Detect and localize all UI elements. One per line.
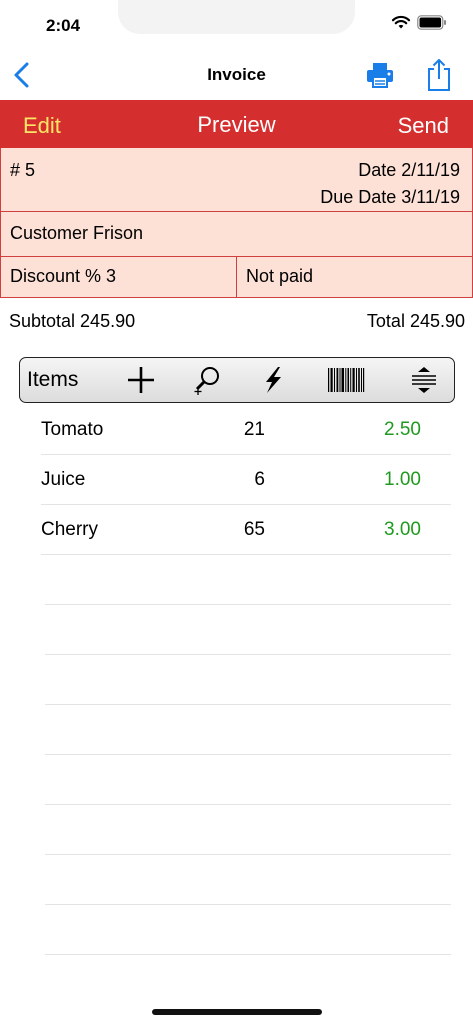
home-indicator[interactable] (152, 1009, 322, 1015)
discount-paid-row: Discount % 3 Not paid (1, 257, 472, 297)
paid-status-cell[interactable]: Not paid (237, 257, 472, 297)
page-title: Invoice (207, 65, 266, 84)
battery-icon (417, 15, 446, 30)
share-icon (428, 59, 450, 91)
empty-row (45, 855, 451, 905)
back-button[interactable] (10, 60, 36, 90)
invoice-due-date[interactable]: Due Date 3/11/19 (320, 187, 460, 208)
status-icons (391, 15, 447, 30)
wifi-icon (391, 15, 411, 29)
customer-row[interactable]: Customer Frison (1, 212, 472, 257)
empty-row (45, 655, 451, 705)
customer-name: Customer Frison (10, 223, 144, 243)
subtotal: Subtotal 245.90 (9, 311, 136, 331)
invoice-info-panel: # 5 Date 2/11/19 Due Date 3/11/19 Custom… (0, 148, 473, 298)
invoice-number-row: # 5 Date 2/11/19 Due Date 3/11/19 (1, 148, 472, 212)
search-item-button[interactable] (192, 365, 224, 395)
items-label: Items (27, 368, 79, 391)
discount-value: Discount % 3 (10, 266, 117, 286)
paid-status: Not paid (246, 266, 314, 286)
print-button[interactable] (365, 60, 395, 90)
empty-row (45, 605, 451, 655)
navigation-bar: Invoice (0, 48, 473, 100)
item-price: 1.00 (384, 469, 421, 490)
discount-cell[interactable]: Discount % 3 (1, 257, 237, 297)
item-row[interactable]: Juice 6 1.00 (41, 455, 451, 505)
item-quantity: 65 (243, 519, 265, 540)
invoice-date[interactable]: Date 2/11/19 (358, 160, 460, 181)
status-time: 2:04 (46, 16, 81, 35)
quick-add-button[interactable] (257, 365, 289, 395)
item-quantity: 6 (254, 469, 265, 490)
add-item-button[interactable] (125, 365, 157, 395)
lightning-icon (266, 367, 281, 393)
items-list: Tomato 21 2.50 Juice 6 1.00 Cherry 65 3.… (41, 405, 451, 555)
chevron-left-icon (14, 62, 29, 88)
item-name: Tomato (41, 419, 104, 440)
send-button[interactable]: Send (398, 113, 449, 139)
empty-row (45, 555, 451, 605)
invoice-number[interactable]: # 5 (10, 160, 35, 181)
barcode-icon (328, 368, 365, 392)
status-bar: 2:04 (0, 0, 473, 48)
empty-rows (45, 555, 451, 955)
items-toolbar: Items (19, 357, 455, 403)
item-row[interactable]: Tomato 21 2.50 (41, 405, 451, 455)
preview-button[interactable]: Preview (197, 112, 275, 137)
sort-button[interactable] (408, 365, 440, 395)
item-name: Juice (41, 469, 86, 490)
empty-row (45, 755, 451, 805)
plus-icon (128, 367, 154, 393)
barcode-scan-button[interactable] (325, 365, 367, 395)
item-row[interactable]: Cherry 65 3.00 (41, 505, 451, 555)
empty-row (45, 905, 451, 955)
printer-icon (367, 63, 393, 88)
total: Total 245.90 (366, 311, 465, 331)
action-bar: Edit Preview Send (0, 100, 473, 148)
item-price: 2.50 (384, 419, 421, 440)
sort-icon (412, 367, 436, 393)
item-price: 3.00 (384, 519, 421, 540)
search-plus-icon (194, 367, 219, 395)
share-button[interactable] (426, 58, 452, 92)
empty-row (45, 705, 451, 755)
item-quantity: 21 (243, 419, 265, 440)
item-name: Cherry (41, 519, 99, 540)
empty-row (45, 805, 451, 855)
device-notch (118, 0, 355, 34)
